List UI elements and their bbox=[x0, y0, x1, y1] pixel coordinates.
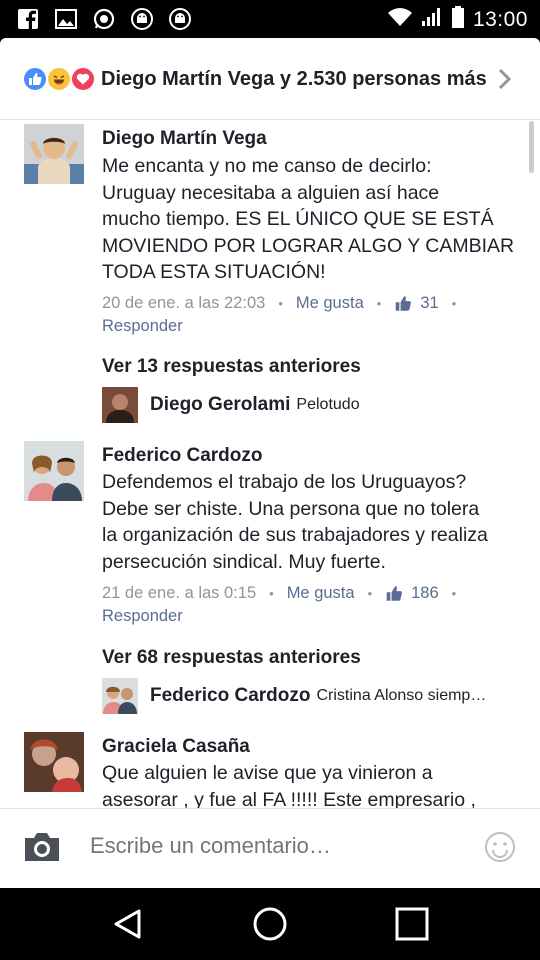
love-reaction-icon bbox=[70, 66, 96, 92]
avatar[interactable] bbox=[102, 678, 138, 714]
comment-list: Diego Martín Vega Me encanta y no me can… bbox=[0, 121, 540, 808]
thumbs-up-icon bbox=[386, 586, 403, 601]
reply-link[interactable]: Responder bbox=[102, 607, 183, 626]
separator-dot: • bbox=[376, 296, 382, 311]
separator-dot: • bbox=[451, 296, 457, 311]
comment-line: Uruguay necesitaba a alguien así hace bbox=[102, 181, 440, 204]
like-count[interactable]: 186 bbox=[385, 584, 439, 603]
signal-icon bbox=[421, 7, 443, 32]
separator-dot: • bbox=[367, 586, 373, 601]
comment-line: persecución sindical. Muy fuerte. bbox=[102, 550, 386, 573]
comment-line: Me encanta y no me canso de decirlo: bbox=[102, 155, 432, 177]
battery-icon bbox=[451, 6, 465, 33]
reply-preview[interactable]: Federico Cardozo Cristina Alonso siemp… bbox=[102, 678, 486, 714]
comment-text: Que alguien le avise que ya vinieron a a… bbox=[102, 760, 522, 808]
comment-line: Defendemos el trabajo de los Uruguayos? bbox=[102, 471, 467, 493]
reply-author[interactable]: Diego Gerolami bbox=[150, 394, 290, 416]
reply-author[interactable]: Federico Cardozo bbox=[150, 685, 310, 707]
clock: 13:00 bbox=[472, 7, 528, 31]
comment-timestamp: 20 de ene. a las 22:03 bbox=[102, 294, 266, 312]
comment-meta: 21 de ene. a las 0:15 • Me gusta • 186 • bbox=[102, 584, 469, 603]
home-icon[interactable] bbox=[250, 906, 290, 942]
wifi-icon bbox=[387, 7, 413, 32]
haha-reaction-icon bbox=[46, 66, 72, 92]
emoji-icon[interactable] bbox=[484, 831, 516, 868]
system-nav-bar bbox=[0, 888, 540, 960]
comment-author[interactable]: Graciela Casaña bbox=[102, 736, 250, 758]
reply-text: Pelotudo bbox=[296, 396, 360, 413]
scrollbar[interactable] bbox=[529, 121, 534, 173]
view-previous-replies[interactable]: Ver 13 respuestas anteriores bbox=[102, 356, 361, 378]
avatar[interactable] bbox=[102, 387, 138, 423]
comment-timestamp: 21 de ene. a las 0:15 bbox=[102, 584, 257, 602]
comment-meta: 20 de ene. a las 22:03 • Me gusta • 31 • bbox=[102, 294, 469, 313]
chevron-right-icon[interactable] bbox=[498, 68, 512, 95]
gallery-icon bbox=[54, 7, 78, 31]
reaction-icons bbox=[22, 66, 100, 92]
reactions-summary-text[interactable]: Diego Martín Vega y 2.530 personas más bbox=[101, 68, 487, 91]
separator-dot: • bbox=[269, 586, 274, 601]
comment-composer bbox=[0, 808, 540, 888]
whatsapp-icon bbox=[92, 7, 116, 31]
like-count-value: 31 bbox=[420, 294, 439, 312]
comment-line: Que alguien le avise que ya vinieron a bbox=[102, 762, 433, 784]
android-icon bbox=[130, 7, 154, 31]
like-link[interactable]: Me gusta bbox=[287, 584, 355, 603]
notification-icons bbox=[16, 7, 192, 31]
reply-preview[interactable]: Diego Gerolami Pelotudo bbox=[102, 387, 360, 423]
comment-line: TODA ESTA SITUACIÓN! bbox=[102, 261, 326, 283]
like-count[interactable]: 31 bbox=[394, 294, 439, 313]
reply-link[interactable]: Responder bbox=[102, 317, 183, 336]
system-icons: 13:00 bbox=[387, 6, 528, 33]
like-reaction-icon bbox=[22, 66, 48, 92]
recents-icon[interactable] bbox=[392, 906, 432, 942]
back-icon[interactable] bbox=[108, 906, 148, 942]
separator-dot: • bbox=[278, 296, 283, 311]
comments-panel: Diego Martín Vega y 2.530 personas más D… bbox=[0, 38, 540, 888]
comment-line: Debe ser chiste. Una persona que no tole… bbox=[102, 497, 480, 520]
comment-line: la organización de sus trabajadores y re… bbox=[102, 524, 488, 546]
view-previous-replies[interactable]: Ver 68 respuestas anteriores bbox=[102, 647, 361, 669]
reactions-summary-bar[interactable]: Diego Martín Vega y 2.530 personas más bbox=[0, 38, 540, 120]
avatar[interactable] bbox=[24, 441, 84, 501]
comment-input[interactable] bbox=[90, 833, 470, 859]
comment-line: mucho tiempo. ES EL ÚNICO QUE SE ESTÁ bbox=[102, 208, 494, 230]
thumbs-up-icon bbox=[396, 296, 412, 311]
comment-text: Defendemos el trabajo de los Uruguayos? … bbox=[102, 469, 522, 575]
comment-line: asesorar , y fue al FA !!!!! Este empres… bbox=[102, 788, 476, 809]
android-icon bbox=[168, 7, 192, 31]
avatar[interactable] bbox=[24, 124, 84, 184]
comment-line: MOVIENDO POR LOGRAR ALGO Y CAMBIAR bbox=[102, 234, 515, 257]
separator-dot: • bbox=[451, 586, 457, 601]
like-count-value: 186 bbox=[411, 584, 439, 602]
comment-author[interactable]: Federico Cardozo bbox=[102, 445, 262, 467]
facebook-icon bbox=[16, 7, 40, 31]
comment-author[interactable]: Diego Martín Vega bbox=[102, 128, 267, 150]
reply-text: Cristina Alonso siemp… bbox=[316, 687, 487, 704]
comment-text: Me encanta y no me canso de decirlo: Uru… bbox=[102, 153, 522, 286]
avatar[interactable] bbox=[24, 732, 84, 792]
status-bar: 13:00 bbox=[0, 0, 540, 38]
like-link[interactable]: Me gusta bbox=[296, 294, 364, 313]
camera-icon[interactable] bbox=[22, 831, 62, 868]
